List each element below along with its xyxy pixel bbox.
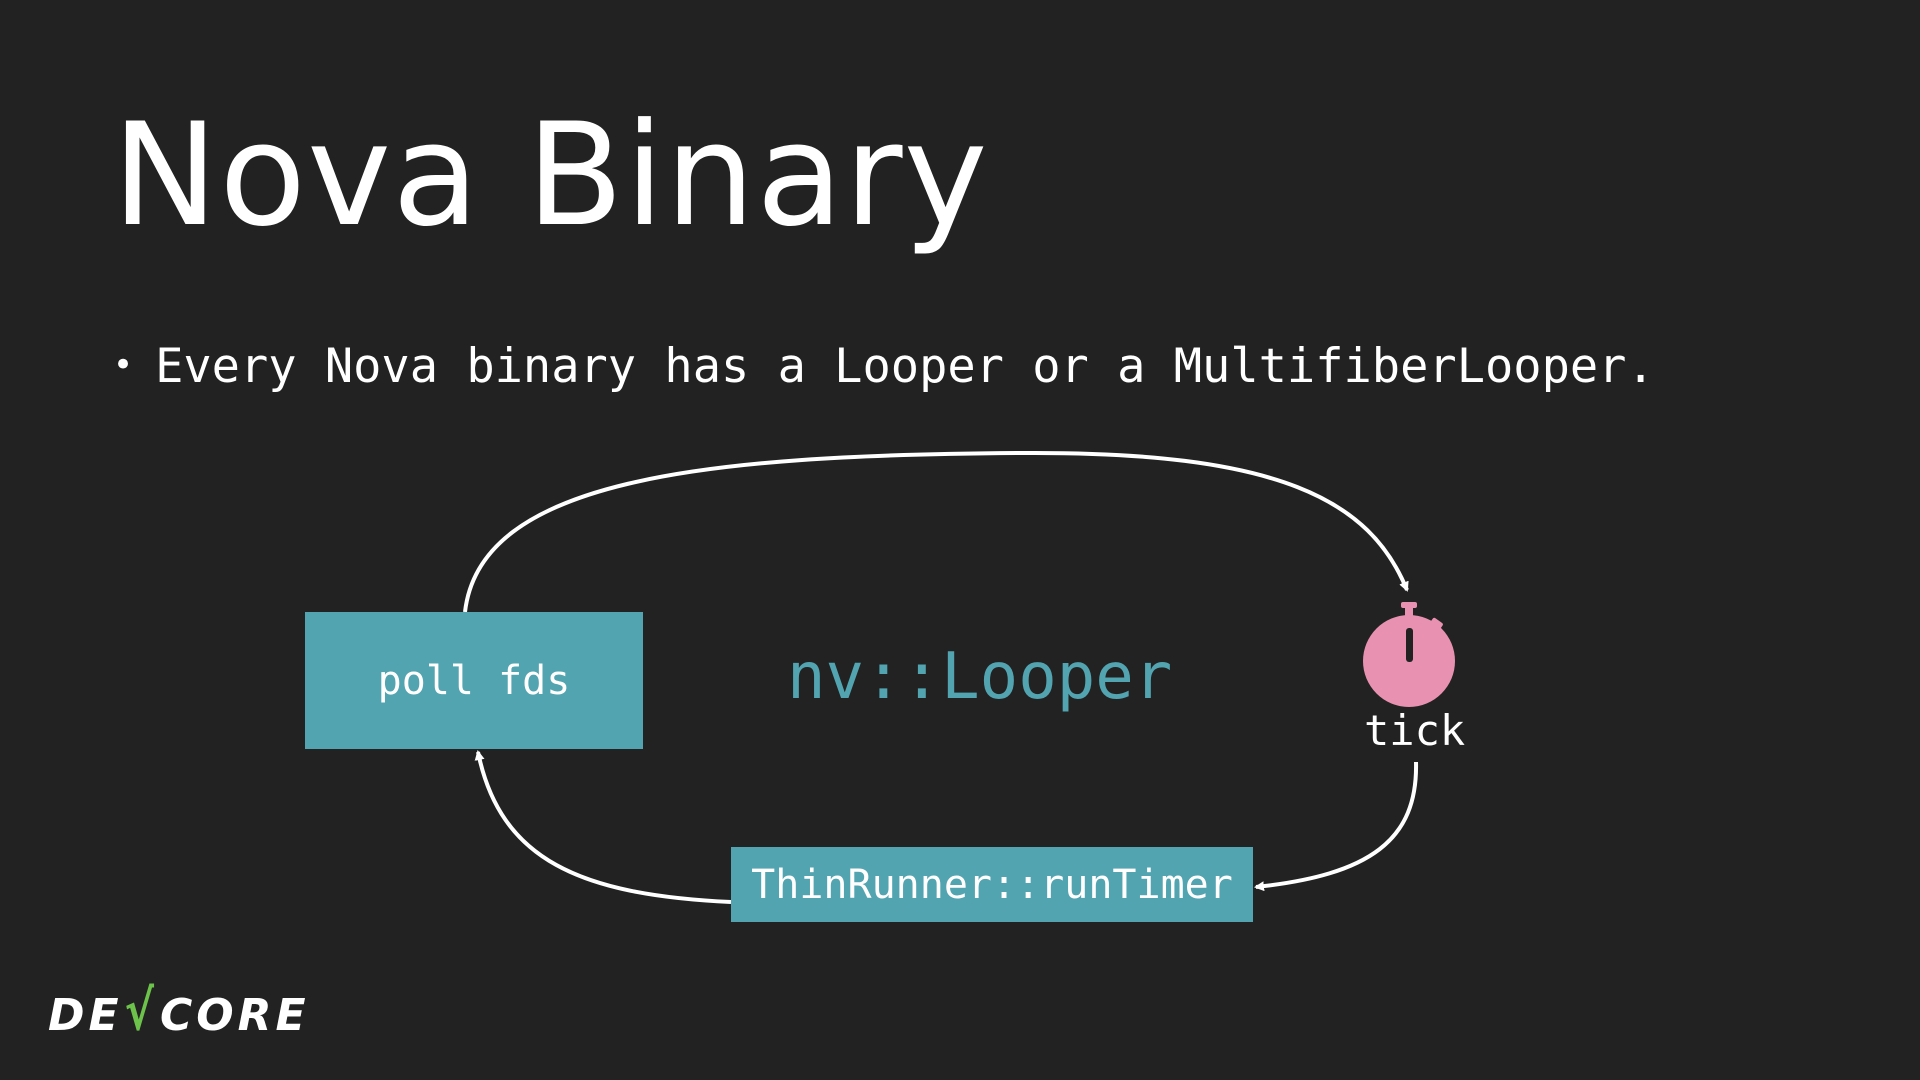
logo-text-end: CORE xyxy=(159,990,310,1041)
arrow-tick-to-runner xyxy=(1254,761,1419,892)
stopwatch-icon xyxy=(1363,602,1455,707)
looper-label: nv::Looper xyxy=(787,640,1173,714)
poll-fds-label: poll fds xyxy=(377,657,571,704)
slide: Nova Binary • Every Nova binary has a Loo… xyxy=(0,0,1920,1080)
poll-fds-box: poll fds xyxy=(305,612,643,749)
logo-text-start: DE xyxy=(48,990,123,1041)
run-timer-label: ThinRunner::runTimer xyxy=(751,861,1233,908)
arrow-poll-to-tick xyxy=(463,450,1409,613)
tick-label: tick xyxy=(1364,706,1466,755)
arrow-runner-to-poll xyxy=(474,750,732,904)
logo-text: DE√CORE xyxy=(48,980,310,1044)
run-timer-box: ThinRunner::runTimer xyxy=(731,847,1253,922)
check-icon: √ xyxy=(124,979,158,1044)
devcore-logo: DE√CORE xyxy=(48,980,310,1050)
